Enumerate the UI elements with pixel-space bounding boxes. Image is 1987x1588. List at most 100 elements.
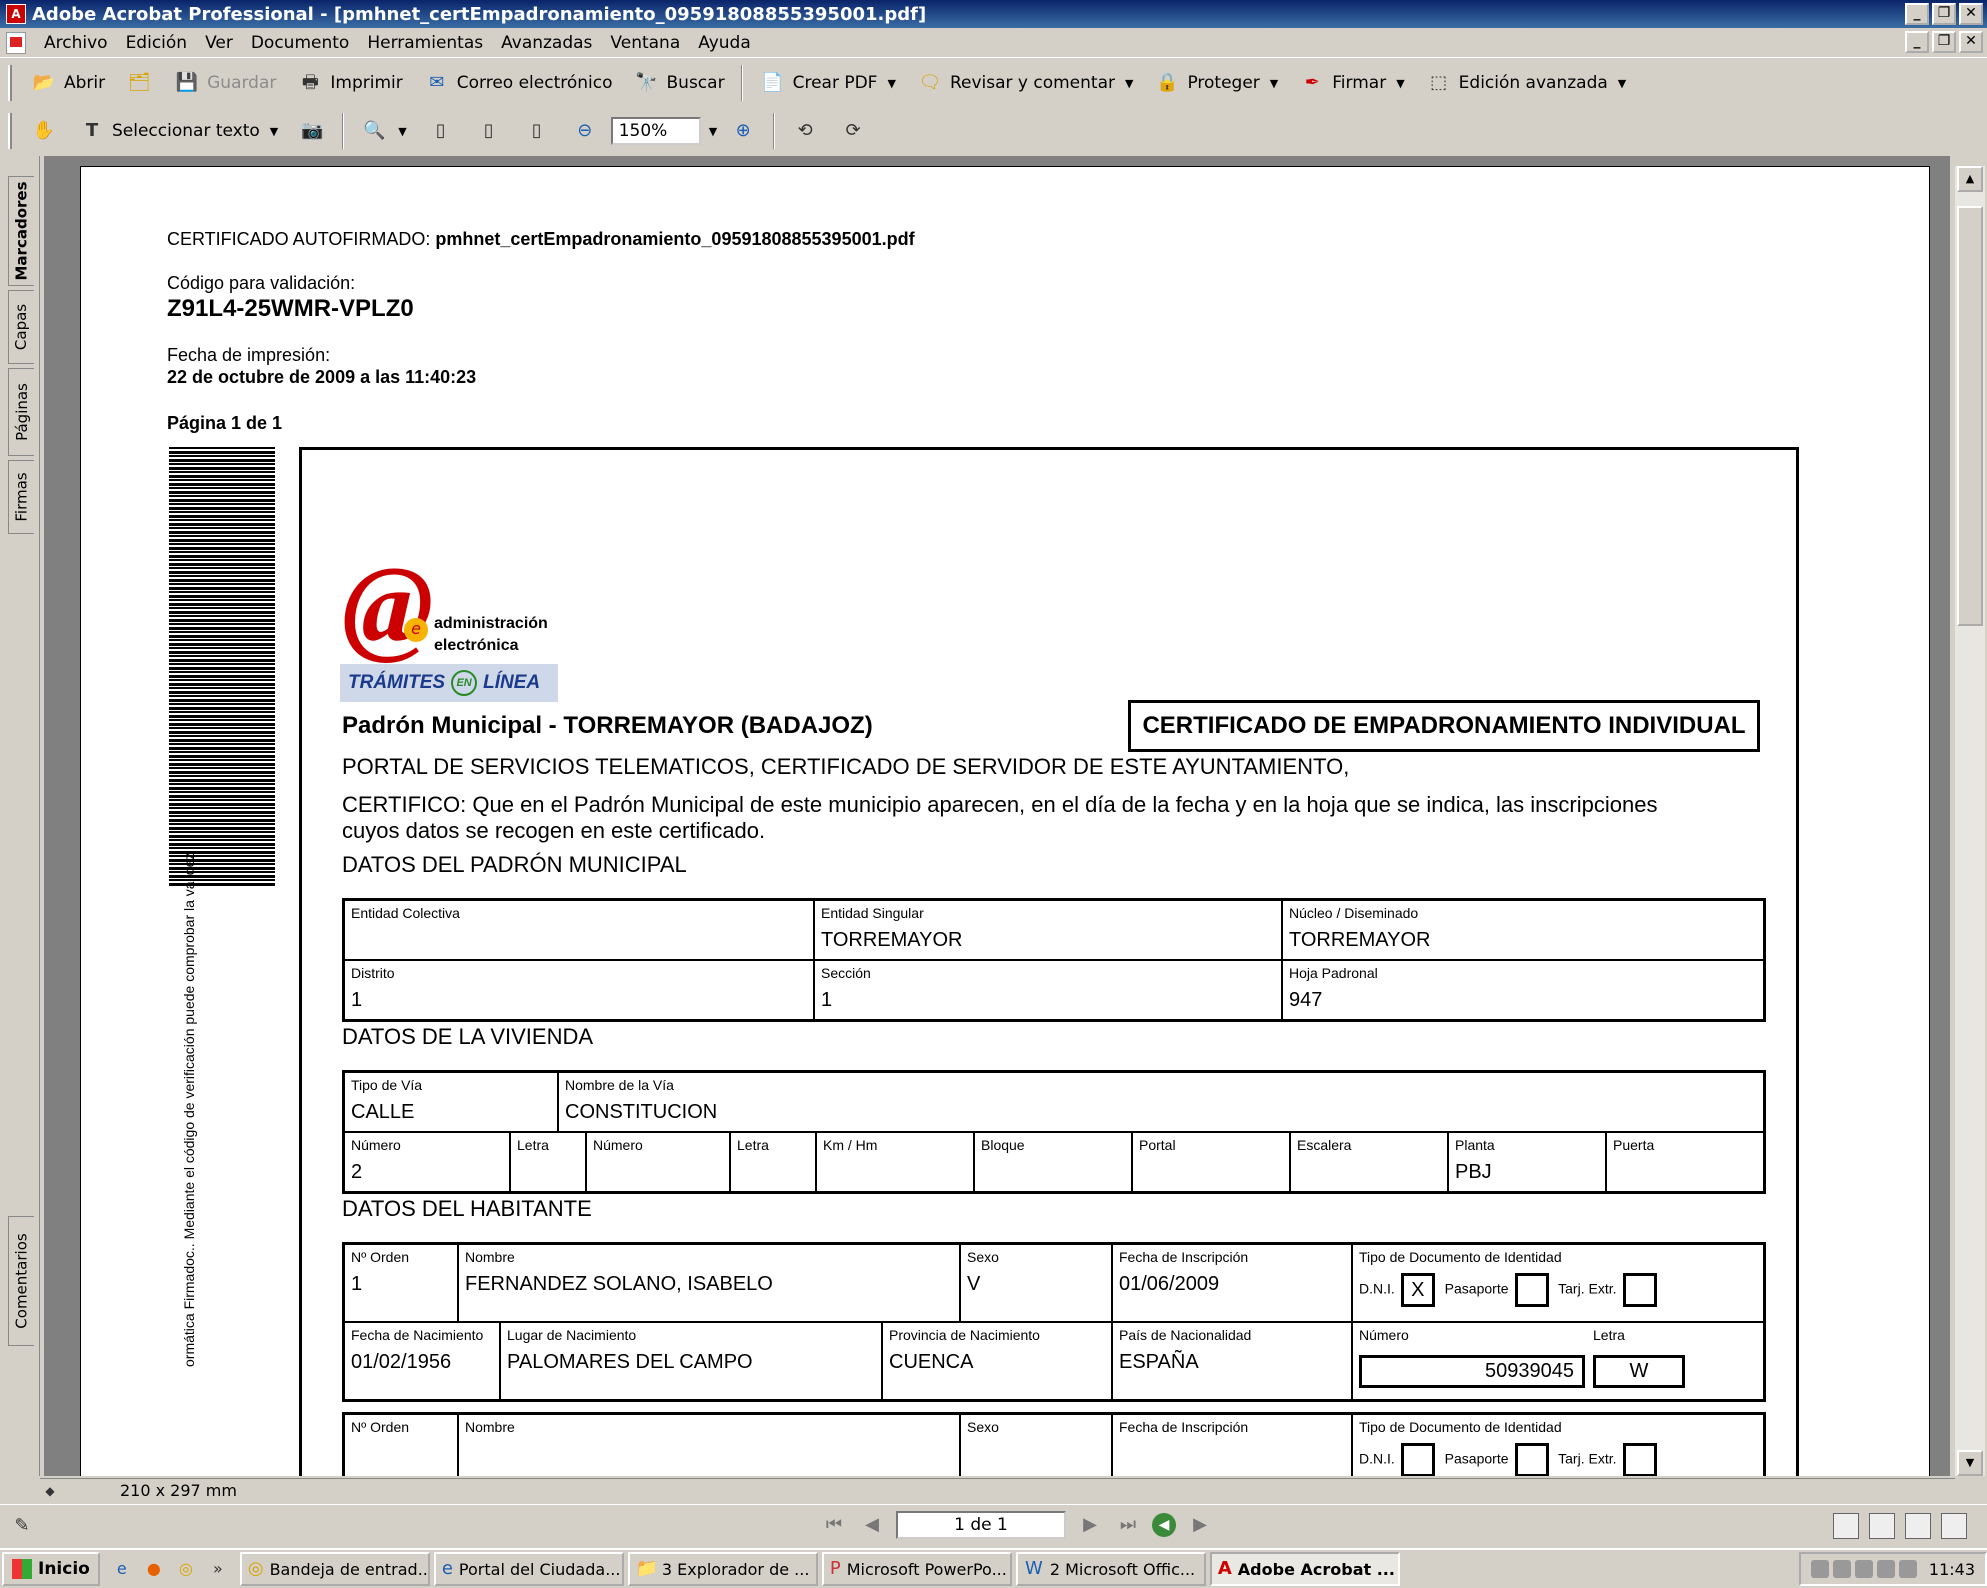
- zoom-out-button[interactable]: ⊖: [563, 113, 607, 149]
- task-office[interactable]: W 2 Microsoft Offic...: [1015, 1552, 1206, 1586]
- fit-page-button[interactable]: ▯: [467, 113, 511, 149]
- chevron-down-icon[interactable]: ▼: [1618, 77, 1626, 90]
- task-acrobat[interactable]: A Adobe Acrobat ...: [1209, 1552, 1400, 1586]
- sign-button[interactable]: ✒ Firmar ▼: [1290, 65, 1412, 101]
- scroll-down-icon[interactable]: ▼: [1957, 1450, 1983, 1476]
- chevron-down-icon[interactable]: ▼: [1270, 77, 1278, 90]
- doc-restore-button[interactable]: ❐: [1932, 31, 1956, 53]
- task-bandeja[interactable]: ◎ Bandeja de entrad...: [239, 1552, 430, 1586]
- menu-documento[interactable]: Documento: [251, 33, 349, 53]
- minimize-button[interactable]: _: [1905, 3, 1929, 25]
- horizontal-scrollbar[interactable]: ◆ 210 x 297 mm: [40, 1478, 1955, 1502]
- print-button[interactable]: 🖶 Imprimir: [288, 65, 410, 101]
- task-explorer[interactable]: 📁 3 Explorador de ...: [627, 1552, 818, 1586]
- advanced-editing-button[interactable]: ⬚ Edición avanzada ▼: [1417, 65, 1635, 101]
- tab-comentarios[interactable]: Comentarios: [8, 1216, 34, 1346]
- zoom-input[interactable]: 150%: [610, 117, 701, 145]
- document-icon[interactable]: [6, 31, 26, 54]
- last-page-icon[interactable]: ⏭: [1114, 1511, 1142, 1539]
- tab-capas[interactable]: Capas: [8, 290, 34, 364]
- doc-minimize-button[interactable]: _: [1905, 31, 1929, 53]
- chevron-down-icon[interactable]: ▼: [887, 77, 895, 90]
- cell-value: CALLE: [351, 1101, 415, 1123]
- facing-icon[interactable]: [1905, 1513, 1931, 1539]
- chevron-down-icon[interactable]: ▼: [270, 125, 278, 138]
- scroll-thumb[interactable]: [1957, 206, 1983, 626]
- shield-tray-icon[interactable]: [1898, 1560, 1917, 1578]
- outlook-icon[interactable]: ◎: [174, 1557, 198, 1581]
- close-button[interactable]: ✕: [1959, 3, 1983, 25]
- continuous-icon[interactable]: [1869, 1513, 1895, 1539]
- actual-size-button[interactable]: ▯: [419, 113, 463, 149]
- page-number-input[interactable]: 1 de 1: [896, 1511, 1066, 1539]
- menu-herramientas[interactable]: Herramientas: [367, 33, 483, 53]
- open-button[interactable]: 📂 Abrir: [22, 65, 113, 101]
- rotate-right-icon: ⟳: [845, 120, 861, 141]
- table-row: Distrito 1 Sección 1 Hoja Padronal 947: [345, 961, 1763, 1019]
- menu-edicion[interactable]: Edición: [126, 33, 188, 53]
- menu-ver[interactable]: Ver: [205, 33, 233, 53]
- menu-avanzadas[interactable]: Avanzadas: [501, 33, 592, 53]
- save-button[interactable]: 💾 Guardar: [165, 65, 284, 101]
- zoom-tool-button[interactable]: 🔍 ▼: [352, 113, 414, 149]
- fit-width-button[interactable]: ▯: [515, 113, 559, 149]
- search-button[interactable]: 🔭 Buscar: [625, 65, 733, 101]
- continuous-facing-icon[interactable]: [1941, 1513, 1967, 1539]
- select-text-button[interactable]: T Seleccionar texto ▼: [70, 113, 286, 149]
- restore-button[interactable]: ❐: [1932, 3, 1956, 25]
- tab-paginas[interactable]: Páginas: [8, 368, 34, 456]
- rotate-left-button[interactable]: ⟲: [783, 113, 827, 149]
- task-portal[interactable]: e Portal del Ciudada...: [433, 1552, 624, 1586]
- single-page-icon[interactable]: [1833, 1513, 1859, 1539]
- protect-button[interactable]: 🔒 Proteger ▼: [1145, 65, 1286, 101]
- menu-ventana[interactable]: Ventana: [610, 33, 680, 53]
- doc-close-button[interactable]: ✕: [1959, 31, 1983, 53]
- first-page-icon[interactable]: ⏮: [820, 1511, 848, 1539]
- tab-label: Firmas: [12, 472, 31, 522]
- logo-text-line1: administración: [434, 615, 548, 632]
- pasaporte-label: Pasaporte: [1444, 1450, 1509, 1467]
- previous-page-icon[interactable]: ◀: [858, 1511, 886, 1539]
- tab-firmas[interactable]: Firmas: [8, 460, 34, 534]
- hand-tool-button[interactable]: ✋: [22, 113, 66, 149]
- logo-text-line2: electrónica: [434, 637, 519, 654]
- antivirus-tray-icon[interactable]: [1854, 1560, 1873, 1578]
- chevron-down-icon[interactable]: ▼: [1125, 77, 1133, 90]
- toolbar-grip[interactable]: [8, 65, 12, 101]
- toolbar-grip[interactable]: [8, 113, 12, 149]
- go-back-icon[interactable]: ◀: [1152, 1513, 1176, 1537]
- chevron-down-icon[interactable]: ▼: [398, 125, 406, 138]
- volume-tray-icon[interactable]: [1876, 1560, 1895, 1578]
- organizer-button[interactable]: 🗂: [117, 65, 161, 101]
- menu-ayuda[interactable]: Ayuda: [698, 33, 751, 53]
- create-pdf-button[interactable]: 📄 Crear PDF ▼: [751, 65, 904, 101]
- start-button[interactable]: Inicio: [2, 1552, 100, 1586]
- vertical-scrollbar[interactable]: ▲ ▼: [1955, 166, 1985, 1476]
- more-chevron-icon[interactable]: »: [206, 1557, 230, 1581]
- network-tray-icon[interactable]: [1832, 1560, 1851, 1578]
- mail-tray-icon[interactable]: [1810, 1560, 1829, 1578]
- ie-icon[interactable]: e: [110, 1557, 134, 1581]
- split-handle-icon[interactable]: ◆: [40, 1481, 60, 1501]
- document-viewer[interactable]: CERTIFICADO AUTOFIRMADO: pmhnet_certEmpa…: [44, 156, 1950, 1476]
- zoom-in-button[interactable]: ⊕: [721, 113, 765, 149]
- rotate-right-button[interactable]: ⟳: [831, 113, 875, 149]
- task-powerpoint[interactable]: P Microsoft PowerPo...: [821, 1552, 1012, 1586]
- cell-label: Sexo: [967, 1419, 999, 1435]
- folder-open-icon: 📂: [32, 72, 56, 93]
- zoom-dropdown-icon[interactable]: ▼: [709, 125, 717, 138]
- cell-label: Tipo de Documento de Identidad: [1359, 1419, 1562, 1435]
- go-forward-icon[interactable]: ▶: [1186, 1511, 1214, 1539]
- review-comment-button[interactable]: 🗨 Revisar y comentar ▼: [908, 65, 1142, 101]
- edit-pencil-icon[interactable]: ✎: [8, 1512, 36, 1540]
- snapshot-button[interactable]: 📷: [290, 113, 334, 149]
- next-page-icon[interactable]: ▶: [1076, 1511, 1104, 1539]
- comment-icon: 🗨: [918, 72, 942, 93]
- chevron-down-icon[interactable]: ▼: [1396, 77, 1404, 90]
- firefox-icon[interactable]: ●: [142, 1557, 166, 1581]
- cell-label: Nombre de la Vía: [565, 1077, 674, 1093]
- tab-marcadores[interactable]: Marcadores: [8, 176, 34, 286]
- email-button[interactable]: ✉ Correo electrónico: [415, 65, 621, 101]
- menu-archivo[interactable]: Archivo: [44, 33, 108, 53]
- scroll-up-icon[interactable]: ▲: [1957, 166, 1983, 192]
